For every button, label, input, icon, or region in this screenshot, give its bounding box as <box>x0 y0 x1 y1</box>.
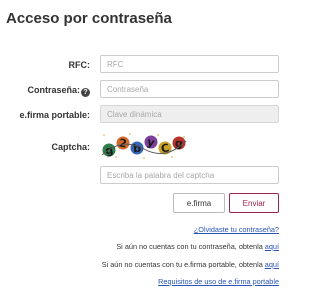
rfc-label: RFC: <box>68 60 91 70</box>
info-icon[interactable]: ? <box>81 88 90 97</box>
efirma-button[interactable]: e.firma <box>173 193 225 213</box>
obtain-efirma-link[interactable]: aquí <box>265 260 279 269</box>
captcha-image: g 2 b y C g <box>100 131 188 161</box>
forgot-password-link[interactable]: ¿Olvidaste tu contraseña? <box>194 225 279 234</box>
obtain-password-link[interactable]: aquí <box>265 242 279 251</box>
page-title: Acceso por contraseña <box>6 10 172 27</box>
efirma-label: e.firma portable: <box>19 110 90 120</box>
password-label-row: Contraseña:? <box>27 85 90 97</box>
dynamic-key-input <box>100 105 279 123</box>
rfc-input[interactable] <box>100 55 279 73</box>
requirements-link[interactable]: Requisitos de uso de e.firma portable <box>158 277 279 286</box>
submit-button[interactable]: Enviar <box>229 193 279 213</box>
requirements-row: Requisitos de uso de e.firma portable <box>158 277 279 286</box>
no-password-row: Si aún no cuentas con tu contraseña, obt… <box>116 242 279 251</box>
forgot-password-row: ¿Olvidaste tu contraseña? <box>194 225 279 234</box>
no-efirma-row: Si aún no cuentas con tu e.firma portabl… <box>102 260 279 269</box>
no-efirma-text: Si aún no cuentas con tu e.firma portabl… <box>101 260 265 269</box>
password-input[interactable] <box>100 80 279 98</box>
no-password-text: Si aún no cuentas con tu contraseña, obt… <box>116 242 265 251</box>
captcha-label: Captcha: <box>51 142 90 152</box>
captcha-input[interactable] <box>100 166 279 184</box>
password-label: Contraseña: <box>27 85 80 95</box>
